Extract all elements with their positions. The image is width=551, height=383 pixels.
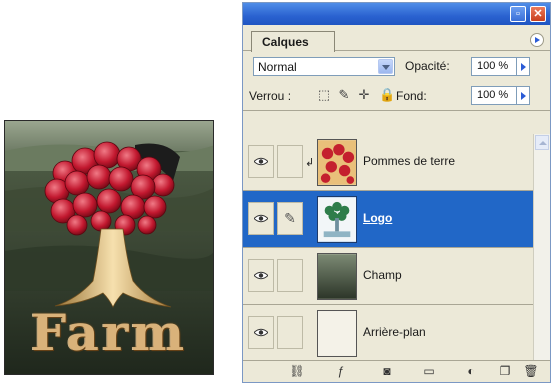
layer-row[interactable]: Champ [243,248,533,305]
fill-field[interactable]: 100 % [471,86,517,105]
eye-icon [254,271,268,280]
chevron-down-icon[interactable] [378,59,393,74]
palette-bottom-bar: ⛓ ƒ ◙ ▭ ◐ ❐ 🗑 [243,360,550,382]
clipping-arrow-icon: ↲ [305,157,315,169]
layers-scrollbar[interactable] [533,134,550,364]
palette-menu-arrow-icon[interactable] [530,33,544,47]
blend-mode-value: Normal [258,60,297,74]
layer-name: Pommes de terre [363,154,456,168]
brush-icon[interactable]: ✎ [277,202,303,235]
eye-icon [254,214,268,223]
lock-row: Verrou : ⬚ ✎ ✛ 🔒 Fond: 100 % [243,81,550,111]
layers-palette: ▫ ✕ Calques Normal Opacité: 100 % Verrou… [242,2,551,383]
lock-move-icon[interactable]: ✛ [357,88,371,102]
palette-tab-row: Calques [243,25,550,52]
minimize-icon[interactable]: ▫ [510,6,526,22]
blend-row: Normal Opacité: 100 % [243,51,550,81]
layer-name: Arrière-plan [363,325,426,339]
layer-name: Champ [363,268,402,282]
layer-row-selected[interactable]: ✎ Logo [243,191,533,248]
farm-logo-text: Farm [30,303,188,362]
link-cell[interactable] [277,316,303,349]
lock-brush-icon[interactable]: ✎ [337,88,351,102]
layer-list: ↲ Pommes de terre ✎ Logo Champ Arrière-p… [243,134,533,362]
layer-thumbnail [317,253,357,300]
opacity-label: Opacité: [405,59,450,73]
farm-artwork: Farm [4,120,214,375]
layer-style-icon[interactable]: ƒ [333,364,349,379]
visibility-toggle[interactable] [248,202,274,235]
close-icon[interactable]: ✕ [530,6,546,22]
eye-icon [254,157,268,166]
link-cell[interactable] [277,145,303,178]
lock-all-icon[interactable]: 🔒 [379,88,395,102]
fill-label: Fond: [396,89,427,103]
scroll-up-icon[interactable] [535,135,549,150]
layer-name: Logo [363,211,393,225]
link-layers-icon[interactable]: ⛓ [289,364,305,379]
visibility-toggle[interactable] [248,145,274,178]
visibility-toggle[interactable] [248,259,274,292]
layer-mask-icon[interactable]: ◙ [379,364,395,379]
trash-icon[interactable]: 🗑 [523,364,539,379]
opacity-slider-arrow-icon[interactable] [517,57,530,76]
eye-icon [254,328,268,337]
layer-row[interactable]: Arrière-plan [243,305,533,362]
layer-thumbnail [317,196,357,243]
link-cell[interactable] [277,259,303,292]
palette-title-bar[interactable]: ▫ ✕ [243,3,550,25]
new-layer-icon[interactable]: ❐ [497,364,513,379]
blend-mode-select[interactable]: Normal [253,57,395,76]
layer-thumbnail [317,310,357,357]
visibility-toggle[interactable] [248,316,274,349]
lock-label: Verrou : [249,89,292,103]
lock-transparency-icon[interactable]: ⬚ [317,88,331,102]
adjustment-layer-icon[interactable]: ◐ [463,364,479,379]
layer-thumbnail [317,139,357,186]
new-group-icon[interactable]: ▭ [421,364,437,379]
fill-slider-arrow-icon[interactable] [517,86,530,105]
opacity-field[interactable]: 100 % [471,57,517,76]
layer-row[interactable]: ↲ Pommes de terre [243,134,533,191]
tab-calques[interactable]: Calques [251,31,335,52]
